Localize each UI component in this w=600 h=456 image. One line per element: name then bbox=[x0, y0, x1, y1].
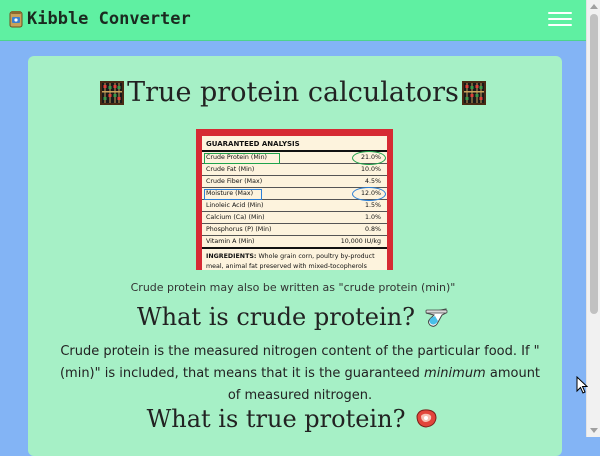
navbar: Kibble Converter bbox=[0, 0, 586, 41]
scrollbar-thumb[interactable] bbox=[590, 14, 598, 314]
label-heading: GUARANTEED ANALYSIS bbox=[202, 136, 387, 152]
label-row: Crude Fiber (Max) 4.5% bbox=[202, 176, 387, 188]
page-scrollbar[interactable] bbox=[586, 0, 600, 437]
kibble-bag-icon bbox=[9, 11, 23, 28]
page-title-text: True protein calculators bbox=[127, 77, 459, 108]
scroll-up-arrow-icon[interactable] bbox=[590, 4, 598, 9]
label-row: Calcium (Ca) (Min) 1.0% bbox=[202, 212, 387, 224]
mouse-cursor-icon bbox=[576, 376, 588, 394]
label-row: Linoleic Acid (Min) 1.5% bbox=[202, 200, 387, 212]
abacus-icon bbox=[100, 80, 125, 105]
abacus-icon bbox=[461, 80, 486, 105]
section-heading-text: What is true protein? bbox=[146, 405, 406, 433]
label-panel: GUARANTEED ANALYSIS Crude Protein (Min) … bbox=[202, 136, 387, 270]
label-row: Phosphorus (P) (Min) 0.8% bbox=[202, 224, 387, 236]
page-title: True protein calculators bbox=[0, 77, 586, 108]
section-heading-text: What is crude protein? bbox=[136, 303, 416, 331]
hamburger-menu-icon[interactable] bbox=[548, 9, 572, 29]
crude-protein-paragraph: Crude protein is the measured nitrogen c… bbox=[59, 344, 541, 403]
section-heading-true-protein: What is true protein? bbox=[0, 405, 586, 433]
brand-text: Kibble Converter bbox=[27, 9, 191, 29]
label-row-crude-protein: Crude Protein (Min) 21.0% bbox=[202, 151, 387, 165]
scroll-down-arrow-icon[interactable] bbox=[590, 428, 598, 433]
label-row: Vitamin A (Min) 10,000 IU/kg bbox=[202, 236, 387, 249]
label-row-moisture: Moisture (Max) 12.0% bbox=[202, 187, 387, 201]
section-heading-crude-protein: What is crude protein? bbox=[0, 303, 586, 331]
test-tube-icon bbox=[425, 308, 448, 327]
blue-highlight-box bbox=[204, 189, 262, 200]
image-caption: Crude protein may also be written as "cr… bbox=[130, 281, 456, 294]
guaranteed-analysis-image: GUARANTEED ANALYSIS Crude Protein (Min) … bbox=[196, 129, 393, 270]
label-ingredients: INGREDIENTS: Whole grain corn, poultry b… bbox=[206, 253, 375, 270]
label-row: Crude Fat (Min) 10.0% bbox=[202, 164, 387, 176]
emphasis-text: minimum bbox=[424, 366, 486, 381]
brand-link[interactable]: Kibble Converter bbox=[8, 9, 191, 29]
meat-icon bbox=[416, 409, 437, 428]
green-highlight-box bbox=[204, 153, 280, 164]
